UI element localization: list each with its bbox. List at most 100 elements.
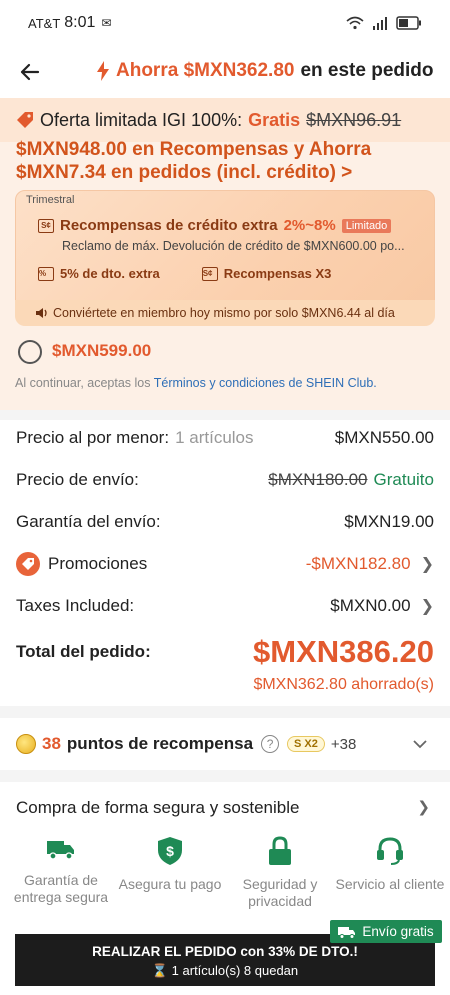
checkout-page: AT&T 8:01 ✉ Ahorra $MXN362.80 en este pe… bbox=[0, 0, 450, 995]
taxes-label: Taxes Included: bbox=[16, 596, 135, 615]
shipping-free: Gratuito bbox=[373, 470, 434, 489]
reward-points-row[interactable]: 38 puntos de recompensa ? S X2 +38 bbox=[0, 718, 450, 770]
clock-label: 8:01 bbox=[64, 14, 96, 31]
guarantee-value: $MXN19.00 bbox=[344, 512, 434, 531]
chevron-right-icon: ❯ bbox=[420, 598, 434, 615]
truck-icon bbox=[338, 926, 356, 939]
battery-icon bbox=[396, 16, 421, 30]
feature-label: Garantía de entrega segura bbox=[13, 872, 109, 905]
mail-icon: ✉ bbox=[101, 16, 112, 30]
promo-value: -$MXN182.80 bbox=[305, 554, 411, 573]
retail-label: Precio al por menor: bbox=[16, 428, 170, 447]
shipping-price-row: Precio de envío: $MXN180.00 Gratuito bbox=[16, 470, 434, 490]
points-label: puntos de recompensa bbox=[66, 734, 254, 753]
taxes-values: $MXN0.00 ❯ bbox=[330, 596, 434, 616]
club-price: $MXN599.00 bbox=[52, 341, 152, 360]
page-header: Ahorra $MXN362.80 en este pedido bbox=[0, 46, 450, 98]
shipping-label: Precio de envío: bbox=[16, 470, 139, 489]
igi-free: Gratis bbox=[248, 109, 301, 130]
shipping-old-price: $MXN180.00 bbox=[268, 470, 368, 489]
total-row: Total del pedido: $MXN386.20 bbox=[16, 634, 434, 670]
plan-period: Trimestral bbox=[26, 194, 75, 206]
limited-badge: Limitado bbox=[341, 218, 392, 233]
guarantee-label: Garantía del envío: bbox=[16, 512, 161, 531]
promo-values: -$MXN182.80 ❯ bbox=[306, 554, 434, 574]
retail-value: $MXN550.00 bbox=[334, 428, 434, 447]
savings-text: $MXN362.80 ahorrado(s) bbox=[253, 676, 434, 693]
savings-amount: Ahorra $MXN362.80 bbox=[116, 60, 295, 81]
feature-label: Seguridad y privacidad bbox=[242, 876, 318, 909]
igi-offer-bar: Oferta limitada IGI 100%: Gratis $MXN96.… bbox=[0, 98, 450, 142]
divider bbox=[0, 770, 450, 782]
truck-icon bbox=[47, 841, 74, 860]
igi-old-price: $MXN96.91 bbox=[306, 109, 402, 130]
shipping-values: $MXN180.00 Gratuito bbox=[268, 470, 434, 490]
credit-icon: S¢ bbox=[38, 218, 54, 233]
total-value: $MXN386.20 bbox=[253, 634, 434, 669]
discount-label: 5% de dto. extra bbox=[60, 266, 160, 281]
club-headline[interactable]: $MXN948.00 en Recompensas y Ahorra $MXN7… bbox=[16, 138, 371, 184]
secure-title[interactable]: Compra de forma segura y sostenible bbox=[16, 798, 299, 818]
shein-club-section: Oferta limitada IGI 100%: Gratis $MXN96.… bbox=[0, 98, 450, 410]
svg-text:$: $ bbox=[166, 843, 174, 859]
discount-benefit: % 5% de dto. extra bbox=[38, 266, 160, 281]
promotions-row[interactable]: Promociones -$MXN182.80 ❯ bbox=[16, 552, 434, 576]
points-plus: +38 bbox=[330, 735, 357, 753]
stock-label: 1 artículo(s) 8 quedan bbox=[171, 963, 299, 978]
signal-icon bbox=[373, 17, 387, 30]
retail-items: 1 artículos bbox=[175, 428, 254, 447]
feature-payment: $ Asegura tu pago bbox=[114, 836, 226, 893]
terms-link[interactable]: Términos y condiciones de SHEIN Club. bbox=[154, 376, 377, 390]
reward-description: Reclamo de máx. Devolución de crédito de… bbox=[62, 239, 405, 253]
rewards-benefit: S¢ Recompensas X3 bbox=[201, 266, 332, 281]
secure-shopping-section: Compra de forma segura y sostenible ❯ Ga… bbox=[0, 782, 450, 932]
promo-label: Promociones bbox=[48, 554, 148, 573]
terms-prefix: Al continuar, aceptas los bbox=[15, 376, 151, 390]
rewards-label: Recompensas X3 bbox=[223, 266, 332, 281]
percent-icon: % bbox=[38, 266, 54, 281]
status-bar: AT&T 8:01 ✉ bbox=[0, 0, 450, 46]
igi-label: Oferta limitada IGI 100%: bbox=[40, 109, 243, 130]
lock-icon bbox=[269, 836, 291, 865]
club-select-radio[interactable] bbox=[18, 340, 42, 364]
chevron-right-icon: ❯ bbox=[420, 556, 434, 573]
taxes-value: $MXN0.00 bbox=[330, 596, 411, 615]
shield-dollar-icon: $ bbox=[158, 837, 182, 865]
reward-percent: 2%~8% bbox=[283, 217, 336, 234]
retail-price-row: Precio al por menor: 1 artículos $MXN550… bbox=[16, 428, 434, 448]
speaker-icon bbox=[36, 308, 47, 318]
feature-delivery: Garantía de entrega segura bbox=[5, 836, 117, 906]
place-order-label: REALIZAR EL PEDIDO con 33% DE DTO.! bbox=[92, 944, 358, 959]
credit-icon: S¢ bbox=[201, 266, 218, 281]
chevron-down-icon[interactable] bbox=[412, 739, 428, 749]
feature-privacy: Seguridad y privacidad bbox=[224, 836, 336, 910]
promo-tag-icon bbox=[16, 552, 40, 576]
membership-banner: Conviértete en miembro hoy mismo por sol… bbox=[15, 300, 435, 326]
tag-icon bbox=[17, 112, 33, 128]
free-shipping-label: Envío gratis bbox=[362, 924, 434, 939]
divider bbox=[0, 410, 450, 420]
banner-text: Conviértete en miembro hoy mismo por sol… bbox=[53, 306, 395, 320]
guarantee-row: Garantía del envío: $MXN19.00 bbox=[16, 512, 434, 532]
terms-text: Al continuar, aceptas los Términos y con… bbox=[15, 376, 377, 390]
reward-title: Recompensas de crédito extra bbox=[60, 217, 278, 234]
headset-icon bbox=[377, 837, 403, 865]
hourglass-icon: ⌛ bbox=[151, 963, 169, 978]
page-title: Ahorra $MXN362.80 en este pedido bbox=[96, 60, 434, 82]
carrier-label: AT&T bbox=[28, 15, 61, 31]
feature-label: Asegura tu pago bbox=[118, 876, 222, 892]
help-icon[interactable]: ? bbox=[261, 735, 280, 753]
club-headline-line1: $MXN948.00 en Recompensas y Ahorra bbox=[16, 139, 372, 160]
order-summary: Precio al por menor: 1 artículos $MXN550… bbox=[0, 420, 450, 706]
chevron-right-icon[interactable]: ❯ bbox=[417, 798, 430, 816]
feature-support: Servicio al cliente bbox=[334, 836, 446, 893]
credit-reward-row: S¢ Recompensas de crédito extra 2%~8% Li… bbox=[38, 217, 392, 234]
savings-suffix: en este pedido bbox=[300, 60, 434, 81]
taxes-row[interactable]: Taxes Included: $MXN0.00 ❯ bbox=[16, 596, 434, 616]
points-count: 38 bbox=[42, 734, 61, 753]
points-multiplier-badge: S X2 bbox=[287, 736, 325, 752]
back-arrow-icon[interactable] bbox=[18, 60, 42, 84]
free-shipping-badge: Envío gratis bbox=[330, 920, 442, 943]
lightning-icon bbox=[97, 61, 109, 81]
benefits-row: % 5% de dto. extra S¢ Recompensas X3 bbox=[38, 266, 331, 281]
